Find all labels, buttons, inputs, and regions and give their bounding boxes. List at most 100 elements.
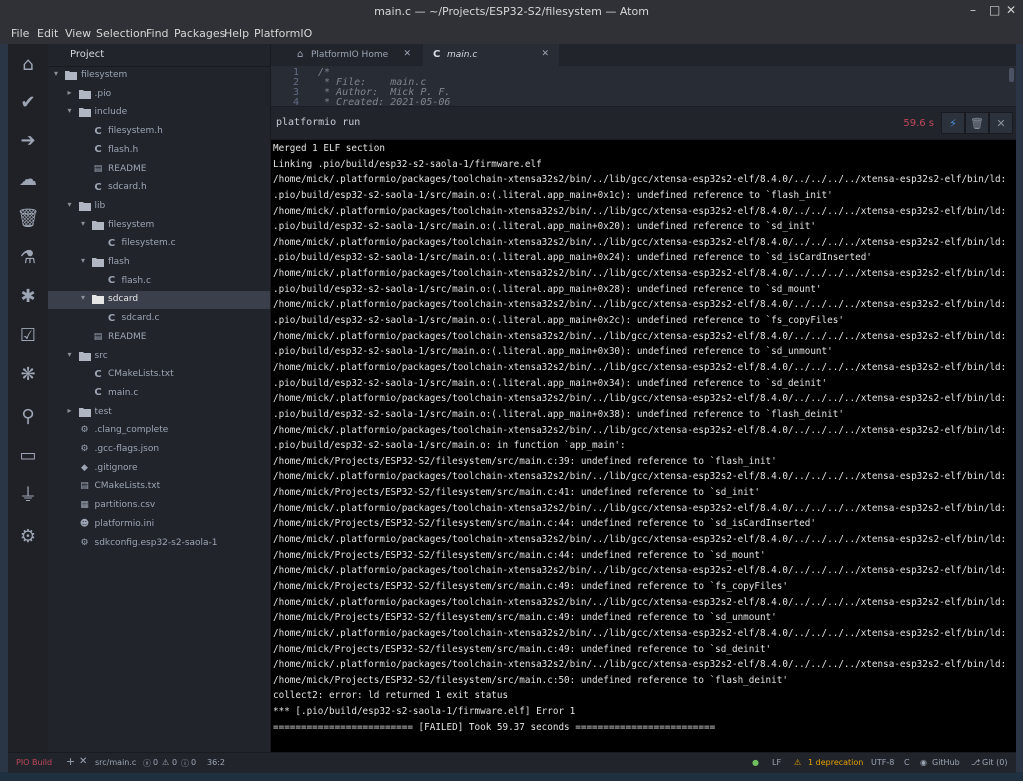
file-encoding[interactable]: UTF-8 [871,758,894,767]
build-output[interactable]: Merged 1 ELF section Linking .pio/build/e… [273,141,1008,747]
terminal-icon[interactable]: ▭ [16,443,40,467]
github-button[interactable]: GitHub [932,758,960,767]
tree-file[interactable]: Cfilesystem.c [48,235,270,253]
chevron-down-icon[interactable]: ▾ [68,106,72,115]
add-icon[interactable]: + [66,755,75,768]
tree-view-tab[interactable]: Project [48,44,270,67]
menu-help[interactable]: Help [224,27,249,40]
warning-count[interactable]: 0 [172,758,177,767]
tree-file[interactable]: Csdcard.c [48,310,270,328]
tree-folder[interactable]: ▾ src [48,348,270,366]
cloud-upload-icon[interactable]: ☁ [16,167,40,191]
menu-edit[interactable]: Edit [37,27,58,40]
git-status[interactable]: Git (0) [982,758,1007,767]
tree-folder[interactable]: ▾ sdcard [48,291,270,310]
editor-scrollbar[interactable] [1009,68,1014,82]
chevron-down-icon[interactable]: ▾ [81,293,85,302]
home-icon: ⌂ [297,49,304,60]
tree-file[interactable]: ◆ .gitignore [48,460,270,478]
line-ending[interactable]: LF [772,758,781,767]
chevron-down-icon[interactable]: ▾ [54,69,58,78]
menu-packages[interactable]: Packages [174,27,225,40]
pio-build-status[interactable]: PIO Build [16,758,52,767]
deprecation-count[interactable]: 1 deprecation [808,758,863,767]
tree-file[interactable]: Cmain.c [48,385,270,403]
tree-file[interactable]: ▤ CMakeLists.txt [48,478,270,496]
tree-item-label: flash.c [121,275,151,286]
tree-file[interactable]: Cflash.h [48,142,270,160]
chevron-right-icon[interactable]: ▸ [68,406,72,415]
tree-folder[interactable]: ▸ test [48,404,270,422]
close-window-button[interactable]: ✕ [1006,3,1016,17]
bug-icon[interactable]: ✱ [16,284,40,308]
menu-file[interactable]: File [11,27,29,40]
current-file-path[interactable]: src/main.c [95,758,136,767]
cursor-position[interactable]: 36:2 [207,758,225,767]
search-icon[interactable]: ⚲ [16,404,40,428]
maximize-button[interactable]: □ [989,3,1000,17]
tree-folder[interactable]: ▾ filesystem [48,67,270,85]
tree-view: Project ▾ filesystem ▸ .pio ▾ include Cfilesys… [48,44,271,752]
chevron-down-icon[interactable]: ▾ [68,350,72,359]
menu-view[interactable]: View [65,27,91,40]
tree-file[interactable]: ☻ platformio.ini [48,516,270,534]
tree-item-label: src [94,350,108,361]
tab-close-icon[interactable]: ✕ [541,49,549,59]
tree-file[interactable]: ⚙ sdkconfig.esp32-s2-saola-1 [48,535,270,553]
tree-folder[interactable]: ▾ lib [48,198,270,216]
menu-platformio[interactable]: PlatformIO [254,27,312,40]
flask-icon[interactable]: ⚗ [16,245,40,269]
tree-file[interactable]: ▤ README [48,329,270,347]
menu-selection[interactable]: Selection [96,27,147,40]
grammar[interactable]: C [904,758,910,767]
tree-item-label: README [108,331,147,342]
tree-folder[interactable]: ▸ .pio [48,86,270,104]
close-icon: ✕ [996,116,1006,130]
error-count[interactable]: 0 [153,758,158,767]
rerun-button[interactable]: ⚡ [941,112,965,134]
tree-file[interactable]: C CMakeLists.txt [48,366,270,384]
check-icon[interactable]: ✔ [16,90,40,114]
tab-close-icon[interactable]: ✕ [403,49,411,59]
chevron-down-icon[interactable]: ▾ [81,256,85,265]
trash-icon[interactable]: 🗑 [16,206,40,230]
chevron-down-icon[interactable]: ▾ [81,219,85,228]
code-line[interactable]: * Created: 2021-05-06 [318,98,450,107]
output-line: .pio/build/esp32-s2-saola-1/src/main.o:(… [273,408,844,420]
tree-file[interactable]: Csdcard.h [48,179,270,197]
close-icon[interactable]: ✕ [79,756,87,767]
output-line: /home/mick/Projects/ESP32-S2/filesystem/… [273,674,788,686]
close-panel-button[interactable]: ✕ [989,112,1013,134]
tree-folder[interactable]: ▾ flash [48,254,270,272]
info-count[interactable]: 0 [191,758,196,767]
output-line: /home/mick/.platformio/packages/toolchai… [273,268,1007,280]
code-editor[interactable]: 1234 /* * File: main.c * Author: Mick P.… [271,66,1016,106]
output-line: /home/mick/Projects/ESP32-S2/filesystem/… [273,487,760,499]
output-line: .pio/build/esp32-s2-saola-1/src/main.o:(… [273,252,872,264]
c-file-icon: C [107,312,116,324]
tree-folder[interactable]: ▾ filesystem [48,217,270,235]
checklist-icon[interactable]: ☑ [16,323,40,347]
plug-icon[interactable]: ⏚ [16,482,40,506]
menu-find[interactable]: Find [146,27,169,40]
chevron-down-icon[interactable]: ▾ [68,200,72,209]
minimize-button[interactable]: – [970,3,976,17]
tab-main-c[interactable]: C main.c ✕ [423,44,559,66]
tree-file[interactable]: Cflash.c [48,273,270,291]
clear-output-button[interactable]: 🗑 [965,112,989,134]
editor-tab-bar: ⌂ PlatformIO Home ✕ C main.c ✕ [271,44,1016,67]
tree-file[interactable]: ⚙ .gcc-flags.json [48,441,270,459]
tree-file[interactable]: ▤ README [48,161,270,179]
tree-folder[interactable]: ▾ include [48,104,270,122]
gear-icon[interactable]: ⚙ [16,524,40,548]
code-text[interactable]: /* * File: main.c * Author: Mick P. F. *… [318,68,450,107]
tab-platformio-home[interactable]: ⌂ PlatformIO Home ✕ [287,44,421,66]
home-icon[interactable]: ⌂ [16,52,40,76]
tree-icon[interactable]: ❋ [16,362,40,386]
output-line: /home/mick/.platformio/packages/toolchai… [273,299,1007,311]
tree-file[interactable]: ⚙ .clang_complete [48,422,270,440]
tree-file[interactable]: Cfilesystem.h [48,123,270,141]
arrow-right-icon[interactable]: ➔ [16,128,40,152]
chevron-right-icon[interactable]: ▸ [68,88,72,97]
tree-file[interactable]: ▦ partitions.csv [48,497,270,515]
